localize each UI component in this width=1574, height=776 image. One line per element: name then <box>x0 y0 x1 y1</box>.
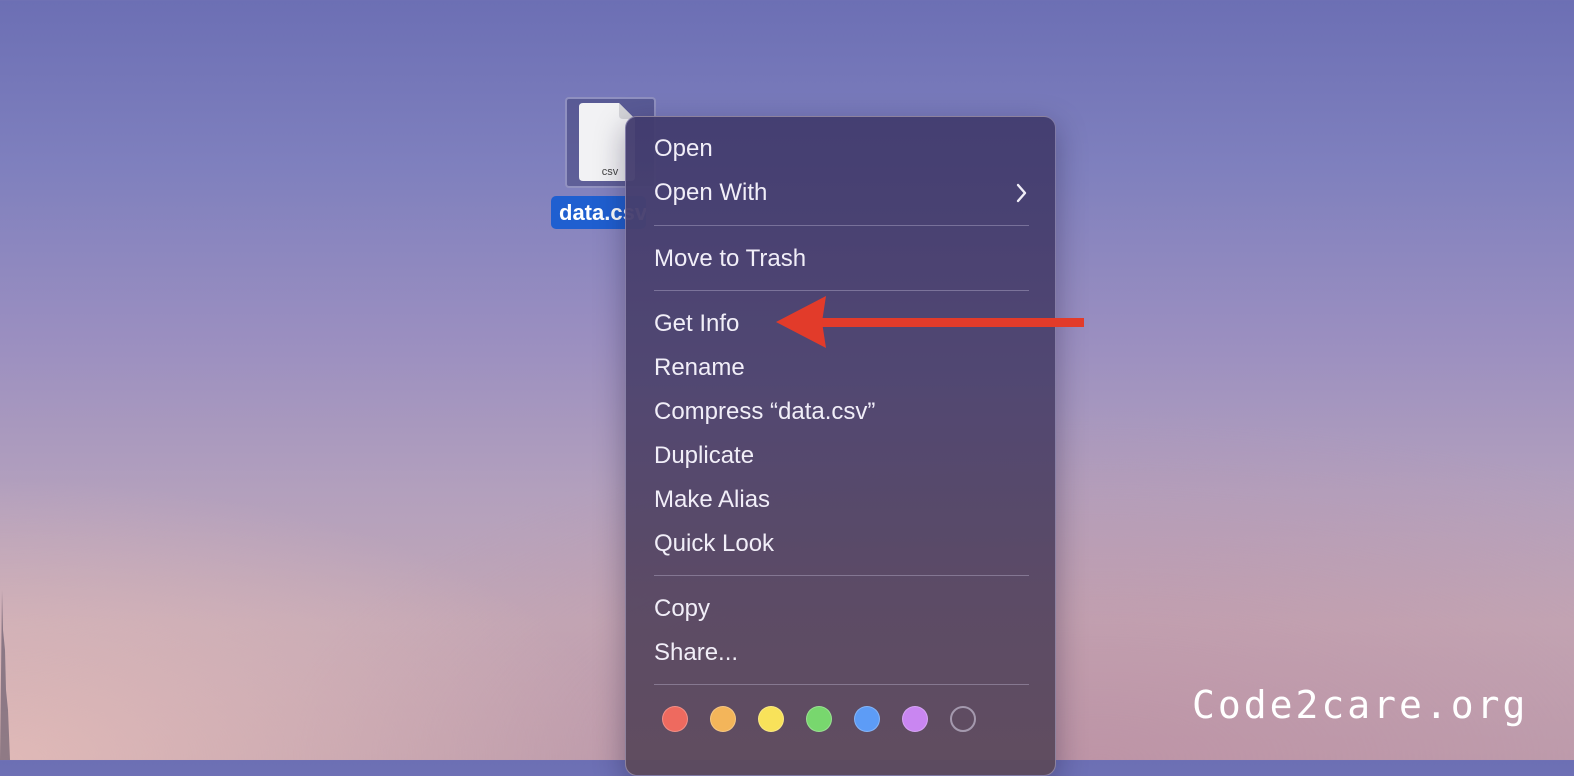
menu-item-label: Move to Trash <box>654 245 807 272</box>
menu-item-duplicate[interactable]: Duplicate <box>654 438 1029 474</box>
tag-orange-dot[interactable] <box>710 706 736 732</box>
menu-item-label: Open <box>654 135 713 162</box>
tag-green-dot[interactable] <box>806 706 832 732</box>
menu-item-label: Rename <box>654 354 745 381</box>
menu-item-open[interactable]: Open <box>654 131 1029 167</box>
arrow-shaft <box>810 318 1084 327</box>
menu-item-label: Compress “data.csv” <box>654 398 876 425</box>
menu-item-open-with[interactable]: Open With <box>654 175 1029 211</box>
menu-separator <box>654 290 1029 291</box>
menu-item-label: Share... <box>654 639 739 666</box>
tower-silhouette <box>0 590 10 760</box>
menu-separator <box>654 684 1029 685</box>
context-menu: Open Open With Move to Trash Get Info Re… <box>625 116 1056 776</box>
tag-none-dot[interactable] <box>950 706 976 732</box>
menu-item-move-to-trash[interactable]: Move to Trash <box>654 241 1029 277</box>
arrow-head <box>776 296 826 348</box>
menu-item-label: Quick Look <box>654 530 775 557</box>
menu-item-compress[interactable]: Compress “data.csv” <box>654 394 1029 430</box>
menu-item-copy[interactable]: Copy <box>654 591 1029 627</box>
menu-item-label: Get Info <box>654 310 740 337</box>
menu-item-label: Open With <box>654 179 768 206</box>
menu-item-quick-look[interactable]: Quick Look <box>654 526 1029 562</box>
watermark-text: Code2care.org <box>1192 683 1529 727</box>
tag-color-row <box>662 706 992 736</box>
tag-red-dot[interactable] <box>662 706 688 732</box>
menu-item-label: Make Alias <box>654 486 771 513</box>
menu-item-label: Duplicate <box>654 442 755 469</box>
tag-blue-dot[interactable] <box>854 706 880 732</box>
chevron-right-icon <box>1016 183 1027 203</box>
menu-item-share[interactable]: Share... <box>654 635 1029 671</box>
menu-separator <box>654 575 1029 576</box>
menu-item-make-alias[interactable]: Make Alias <box>654 482 1029 518</box>
menu-separator <box>654 225 1029 226</box>
menu-item-label: Copy <box>654 595 711 622</box>
annotation-arrow-icon <box>776 296 1084 348</box>
tag-purple-dot[interactable] <box>902 706 928 732</box>
tag-yellow-dot[interactable] <box>758 706 784 732</box>
menu-item-rename[interactable]: Rename <box>654 350 1029 386</box>
